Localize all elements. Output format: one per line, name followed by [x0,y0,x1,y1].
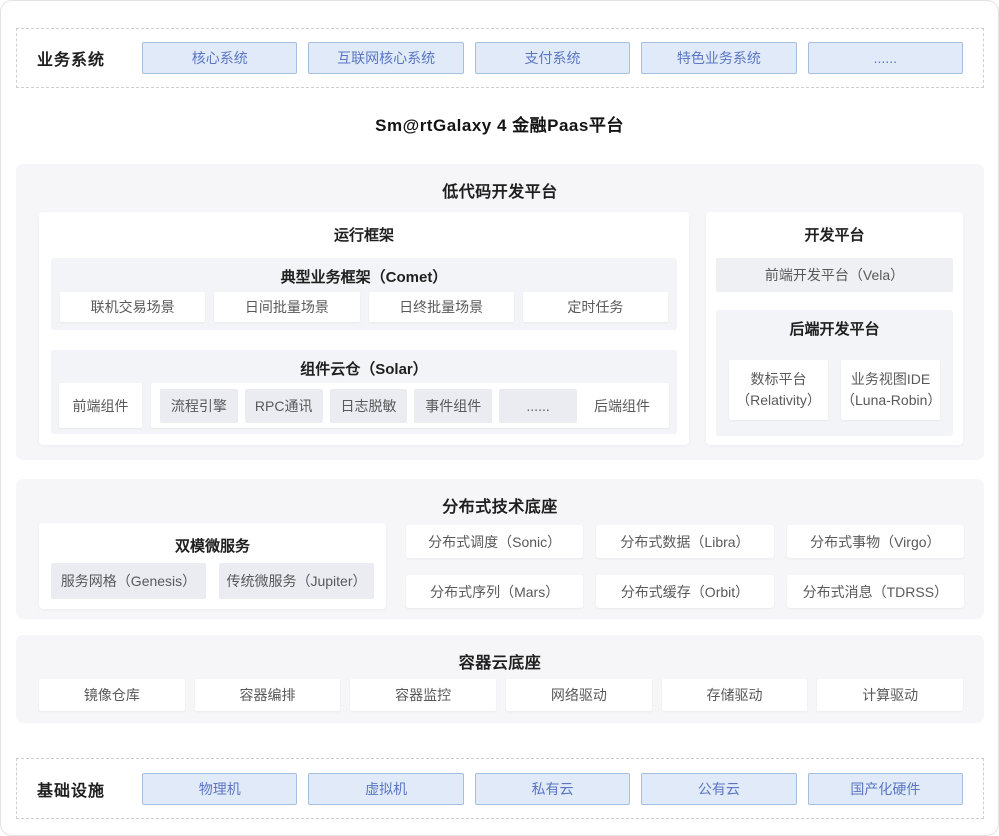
solar-backend-component: 后端组件 [584,396,660,416]
dual-mode-microservice-title: 双模微服务 [39,535,386,556]
distributed-services-grid: 分布式调度（Sonic） 分布式数据（Libra） 分布式事物（Virgo） 分… [406,525,964,608]
solar-chip-log-masking: 日志脱敏 [330,389,408,423]
infra-private-cloud: 私有云 [475,773,630,805]
solar-chip-rpc: RPC通讯 [245,389,323,423]
solar-items-row: 前端组件 流程引擎 RPC通讯 日志脱敏 事件组件 ...... 后端组件 [59,383,669,428]
business-systems-row: 业务系统 核心系统 互联网核心系统 支付系统 特色业务系统 ...... [16,28,984,88]
backend-dev-items-row: 数标平台 （Relativity） 业务视图IDE （Luna-Robin） [729,360,940,420]
frontend-dev-platform-vela: 前端开发平台（Vela） [716,258,953,292]
service-mesh-genesis: 服务网格（Genesis） [51,563,206,599]
solar-chip-more: ...... [499,389,577,423]
distributed-base-title: 分布式技术底座 [16,493,984,517]
comet-items-row: 联机交易场景 日间批量场景 日终批量场景 定时任务 [60,292,668,322]
comet-item-intraday-batch: 日间批量场景 [214,292,359,322]
solar-component-title: 组件云仓（Solar） [51,358,677,379]
traditional-microservice-jupiter: 传统微服务（Jupiter） [219,563,374,599]
container-cloud-title: 容器云底座 [16,649,984,673]
backend-dev-platform-panel: 后端开发平台 数标平台 （Relativity） 业务视图IDE （Luna-R… [716,310,953,436]
distributed-data-libra: 分布式数据（Libra） [596,525,773,558]
business-system-special: 特色业务系统 [641,42,796,74]
dev-platform-title: 开发平台 [706,224,963,245]
business-system-more: ...... [808,42,963,74]
distributed-base-section: 分布式技术底座 双模微服务 服务网格（Genesis） 传统微服务（Jupite… [16,479,984,619]
dual-mode-items-row: 服务网格（Genesis） 传统微服务（Jupiter） [51,563,374,599]
distributed-sequence-mars: 分布式序列（Mars） [406,575,583,608]
solar-chip-event: 事件组件 [414,389,492,423]
solar-component-panel: 组件云仓（Solar） 前端组件 流程引擎 RPC通讯 日志脱敏 事件组件 ..… [51,350,677,434]
solar-chip-process-engine: 流程引擎 [160,389,238,423]
business-system-payment: 支付系统 [475,42,630,74]
comet-item-eod-batch: 日终批量场景 [369,292,514,322]
luna-robin-name: 业务视图IDE [851,369,930,390]
solar-chips-panel: 流程引擎 RPC通讯 日志脱敏 事件组件 ...... 后端组件 [151,383,669,428]
distributed-cache-orbit: 分布式缓存（Orbit） [596,575,773,608]
runtime-framework-title: 运行框架 [39,224,689,245]
business-system-internet-core: 互联网核心系统 [308,42,463,74]
infra-physical-machine: 物理机 [142,773,297,805]
comet-framework-title: 典型业务框架（Comet） [51,266,677,287]
comet-framework-panel: 典型业务框架（Comet） 联机交易场景 日间批量场景 日终批量场景 定时任务 [51,258,677,330]
distributed-scheduling-sonic: 分布式调度（Sonic） [406,525,583,558]
comet-item-scheduled-task: 定时任务 [523,292,668,322]
runtime-framework-panel: 运行框架 典型业务框架（Comet） 联机交易场景 日间批量场景 日终批量场景 … [39,212,689,445]
backend-item-luna-robin: 业务视图IDE （Luna-Robin） [841,360,940,420]
distributed-message-tdrss: 分布式消息（TDRSS） [787,575,964,608]
business-systems-label: 业务系统 [37,46,131,70]
relativity-name: 数标平台 [751,369,807,390]
backend-item-relativity: 数标平台 （Relativity） [729,360,828,420]
compute-driver: 计算驱动 [817,679,963,711]
relativity-code: （Relativity） [736,390,821,411]
infra-virtual-machine: 虚拟机 [308,773,463,805]
container-cloud-items-row: 镜像仓库 容器编排 容器监控 网络驱动 存储驱动 计算驱动 [39,679,963,711]
container-cloud-section: 容器云底座 镜像仓库 容器编排 容器监控 网络驱动 存储驱动 计算驱动 [16,635,984,723]
dual-mode-microservice-panel: 双模微服务 服务网格（Genesis） 传统微服务（Jupiter） [39,523,386,609]
business-system-core: 核心系统 [142,42,297,74]
infra-public-cloud: 公有云 [641,773,796,805]
image-registry: 镜像仓库 [39,679,185,711]
dev-platform-panel: 开发平台 前端开发平台（Vela） 后端开发平台 数标平台 （Relativit… [706,212,963,445]
infra-domestic-hardware: 国产化硬件 [808,773,963,805]
distributed-transaction-virgo: 分布式事物（Virgo） [787,525,964,558]
comet-item-online-trade: 联机交易场景 [60,292,205,322]
backend-dev-platform-title: 后端开发平台 [716,318,953,339]
page-title: Sm@rtGalaxy 4 金融Paas平台 [1,111,998,136]
solar-frontend-component: 前端组件 [59,383,142,428]
container-orchestration: 容器编排 [195,679,341,711]
luna-robin-code: （Luna-Robin） [841,390,940,411]
network-driver: 网络驱动 [506,679,652,711]
low-code-platform-section: 低代码开发平台 运行框架 典型业务框架（Comet） 联机交易场景 日间批量场景… [16,164,984,460]
infrastructure-label: 基础设施 [37,777,131,801]
infrastructure-row: 基础设施 物理机 虚拟机 私有云 公有云 国产化硬件 [16,758,984,819]
architecture-diagram: 业务系统 核心系统 互联网核心系统 支付系统 特色业务系统 ...... Sm@… [0,0,999,836]
storage-driver: 存储驱动 [662,679,808,711]
low-code-platform-title: 低代码开发平台 [16,178,984,202]
container-monitoring: 容器监控 [350,679,496,711]
